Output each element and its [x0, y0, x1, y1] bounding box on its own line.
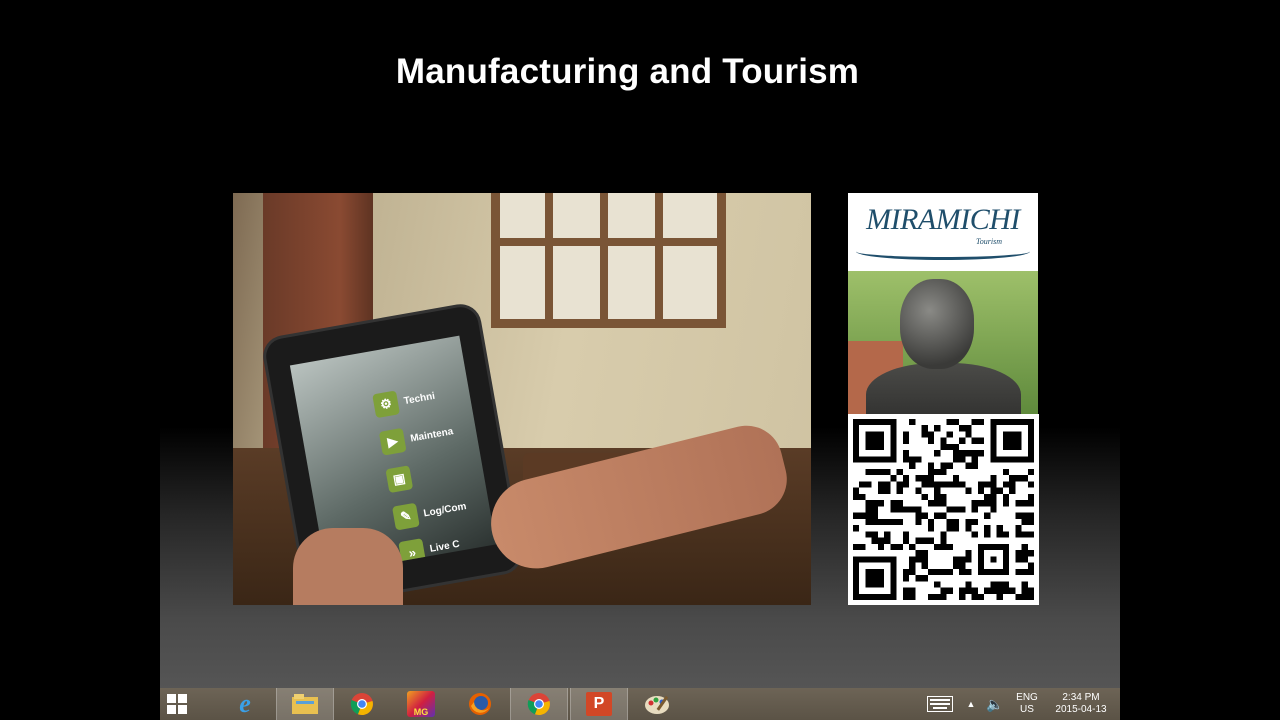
- logo-swoosh: [856, 243, 1030, 260]
- clock[interactable]: 2:34 PM 2015-04-13: [1048, 692, 1114, 716]
- gear-icon: ⚙: [372, 390, 401, 419]
- firefox-icon: [469, 693, 491, 715]
- start-icon: [167, 694, 187, 714]
- show-hidden-icons-button[interactable]: ▲: [963, 688, 979, 720]
- taskbar-paint[interactable]: [630, 688, 686, 720]
- speaker-icon: 🔈: [986, 695, 1004, 712]
- play-icon: ▶: [378, 427, 407, 456]
- logo-text: MIRAMICHI: [866, 203, 1020, 236]
- miramichi-logo: MIRAMICHI Tourism: [848, 193, 1038, 271]
- window-mirror: [491, 193, 726, 328]
- game-icon: MG: [407, 691, 435, 717]
- statue-photo: [848, 271, 1038, 414]
- qr-pattern: [853, 419, 1034, 600]
- start-button[interactable]: [160, 688, 194, 720]
- paint-icon: [645, 695, 669, 714]
- chevron-up-icon: ▲: [966, 699, 976, 709]
- language-indicator[interactable]: ENG US: [1010, 692, 1044, 716]
- menu-item-maintenance[interactable]: ▶ Maintena: [378, 418, 456, 456]
- taskbar: e MG P ▲ 🔈 ENG US 2:34 PM 2015-04-13: [160, 688, 1120, 720]
- comment-icon: ✎: [392, 502, 420, 531]
- slide-title: Manufacturing and Tourism: [395, 52, 860, 91]
- powerpoint-icon: P: [586, 692, 612, 716]
- taskbar-chrome[interactable]: [334, 688, 390, 720]
- qr-code: [848, 414, 1039, 605]
- chrome-icon: [350, 693, 373, 716]
- keyboard-icon: [927, 696, 953, 712]
- holding-hand: [293, 528, 403, 605]
- touch-keyboard-button[interactable]: [923, 688, 957, 720]
- taskbar-internet-explorer[interactable]: e: [216, 688, 274, 720]
- menu-item-live[interactable]: » Live C: [398, 531, 462, 567]
- slide: Manufacturing and Tourism ⚙ Techni ▶ Mai…: [160, 0, 1120, 688]
- volume-button[interactable]: 🔈: [986, 688, 1004, 720]
- file-explorer-icon: [292, 694, 318, 714]
- chrome-icon: [527, 693, 550, 716]
- menu-item-technical[interactable]: ⚙ Techni: [372, 383, 437, 419]
- logo-subtitle: Tourism: [976, 237, 1002, 246]
- taskbar-file-explorer[interactable]: [276, 688, 334, 720]
- cube-icon: ▣: [385, 465, 414, 494]
- taskbar-firefox[interactable]: [452, 688, 508, 720]
- menu-item-3d[interactable]: ▣: [385, 463, 419, 494]
- internet-explorer-icon: e: [239, 689, 251, 718]
- taskbar-chrome-2[interactable]: [510, 688, 568, 720]
- taskbar-game-app[interactable]: MG: [392, 688, 450, 720]
- video-frame[interactable]: ⚙ Techni ▶ Maintena ▣ ✎ Log/Com » Live C: [233, 193, 811, 605]
- menu-item-log[interactable]: ✎ Log/Com: [392, 493, 469, 531]
- taskbar-powerpoint[interactable]: P: [570, 688, 628, 720]
